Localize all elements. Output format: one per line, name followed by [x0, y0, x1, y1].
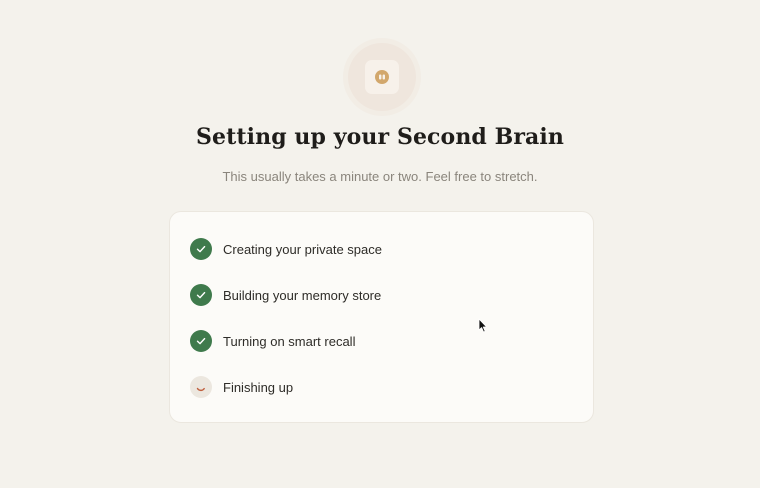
step-label: Creating your private space [223, 241, 382, 257]
step-label: Turning on smart recall [223, 333, 356, 349]
logo-tile [365, 60, 399, 94]
check-icon [190, 238, 212, 260]
brain-icon [375, 70, 389, 84]
step-label: Building your memory store [223, 287, 382, 303]
mouse-cursor-icon [478, 318, 488, 338]
check-icon [190, 284, 212, 306]
spinner-icon [190, 376, 212, 398]
logo-badge [348, 43, 416, 111]
step-item: Building your memory store [190, 283, 381, 307]
step-label: Finishing up [223, 379, 294, 395]
progress-card: Creating your private space Building you… [169, 211, 594, 423]
step-item: Creating your private space [190, 237, 382, 261]
setup-screen: Setting up your Second Brain This usuall… [0, 0, 760, 488]
check-icon [190, 330, 212, 352]
page-subtitle: This usually takes a minute or two. Feel… [222, 169, 538, 184]
step-item: Finishing up [190, 375, 293, 399]
page-title: Setting up your Second Brain [196, 124, 564, 150]
step-item: Turning on smart recall [190, 329, 355, 353]
